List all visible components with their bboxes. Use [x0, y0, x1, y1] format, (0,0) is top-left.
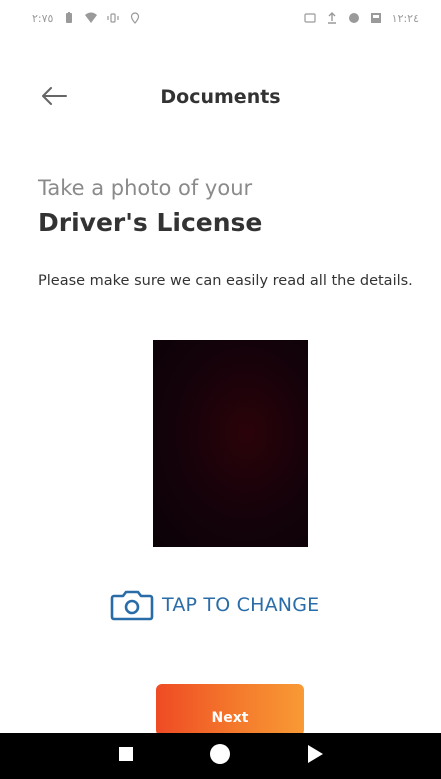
- status-time: ٢:٧٥: [32, 11, 54, 25]
- home-button[interactable]: [209, 743, 231, 769]
- wifi-icon: [85, 12, 98, 24]
- page-title: Documents: [160, 86, 281, 108]
- next-button[interactable]: Next: [156, 684, 304, 736]
- recents-icon: [118, 746, 134, 766]
- status-bar-left: ٢:٧٥: [32, 12, 141, 25]
- gallery-icon: [370, 12, 382, 24]
- vibrate-icon: [107, 12, 120, 24]
- location-icon: [129, 12, 141, 24]
- messenger-icon: [348, 12, 360, 24]
- system-nav-bar: [0, 733, 441, 779]
- back-icon: [306, 744, 324, 768]
- heading-subtitle: Take a photo of your: [38, 176, 253, 200]
- camera-icon: [110, 589, 154, 621]
- upload-icon: [326, 12, 338, 24]
- app-bar: Documents: [0, 74, 441, 122]
- status-bar-right: ١٢:٢٤: [304, 12, 419, 25]
- instructions-text: Please make sure we can easily read all …: [38, 273, 413, 289]
- document-photo: [153, 340, 308, 547]
- status-clock: ١٢:٢٤: [391, 11, 419, 25]
- heading-title: Driver's License: [38, 208, 263, 237]
- nfc-icon: [304, 12, 316, 24]
- recents-button[interactable]: [118, 746, 134, 766]
- tap-to-change-label: TAP TO CHANGE: [162, 594, 320, 616]
- nav-back-button[interactable]: [306, 744, 324, 768]
- status-bar: ٢:٧٥ ١٢:٢٤: [0, 0, 441, 36]
- tap-to-change-button[interactable]: TAP TO CHANGE: [110, 585, 319, 625]
- battery-icon: [63, 12, 75, 24]
- home-icon: [209, 743, 231, 769]
